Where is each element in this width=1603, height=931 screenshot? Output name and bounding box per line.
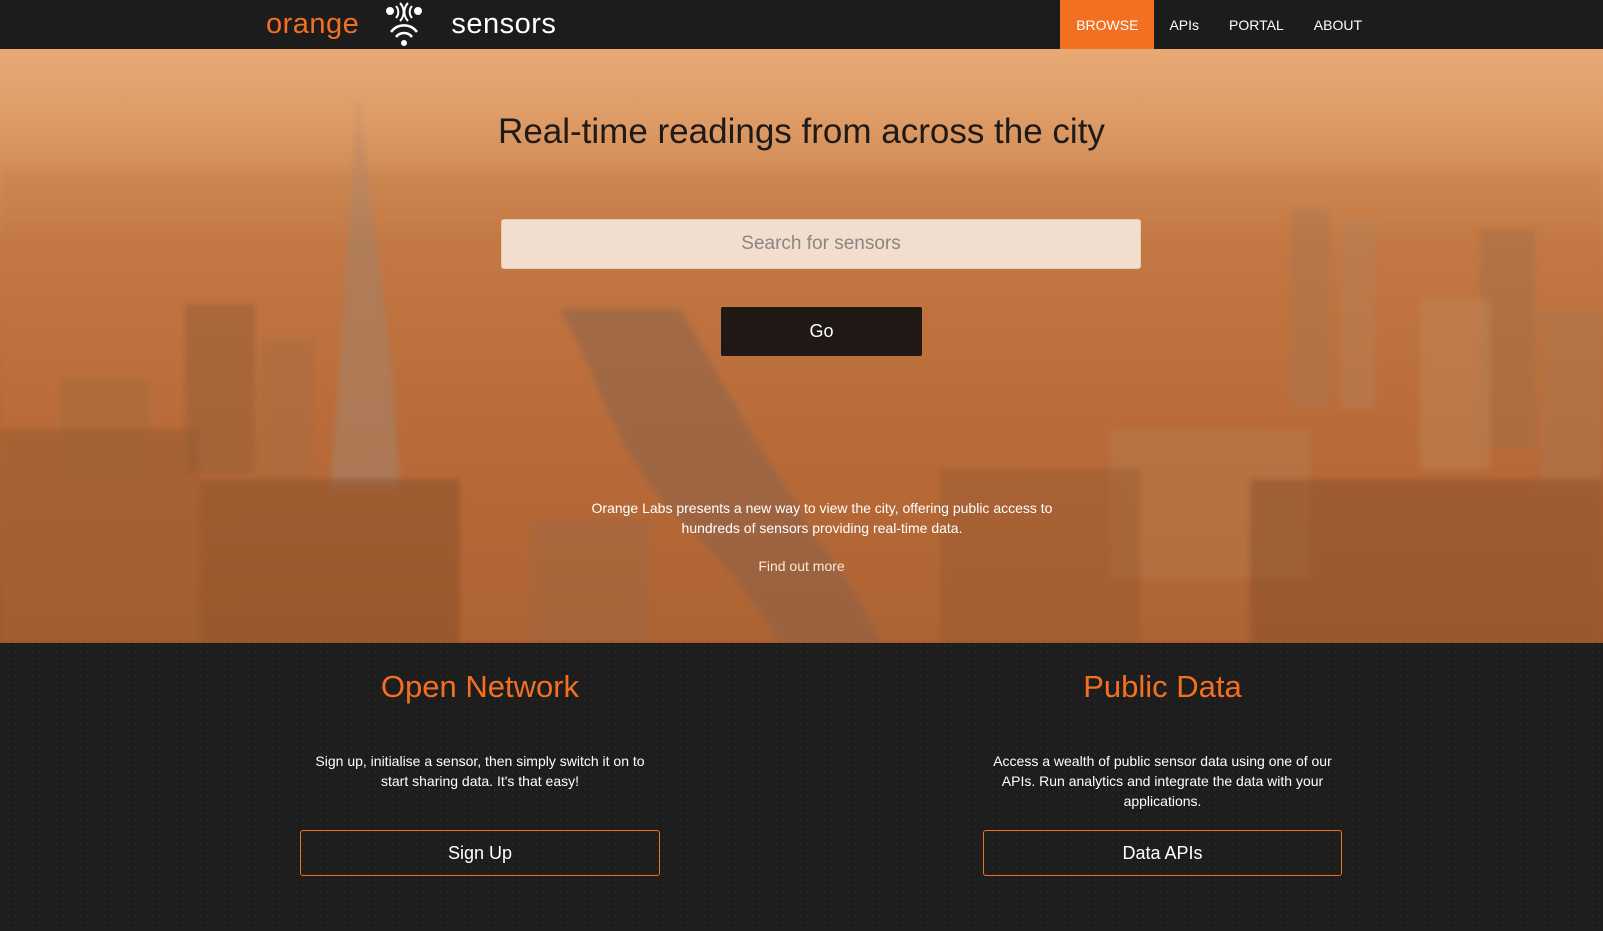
brand-sensors-text: sensors	[451, 8, 557, 40]
data-apis-button[interactable]: Data APIs	[983, 830, 1342, 876]
sign-up-button[interactable]: Sign Up	[300, 830, 660, 876]
hero-section: Real-time readings from across the city …	[0, 49, 1603, 643]
go-button[interactable]: Go	[721, 307, 922, 356]
feature-public-data: Public Data Access a wealth of public se…	[983, 643, 1342, 931]
brand-logo-link[interactable]: orange sensors	[266, 0, 556, 49]
top-navbar: orange sensors BROWSE APIs PORTAL ABOUT	[0, 0, 1603, 49]
hero-title: Real-time readings from across the city	[498, 112, 1105, 151]
nav-about[interactable]: ABOUT	[1299, 0, 1377, 49]
nav-portal[interactable]: PORTAL	[1214, 0, 1299, 49]
features-section: Open Network Sign up, initialise a senso…	[0, 643, 1603, 931]
find-out-more-link[interactable]: Find out more	[758, 558, 844, 574]
find-out-more-row: Find out more	[0, 558, 1603, 574]
search-input[interactable]	[501, 219, 1141, 269]
nav-apis[interactable]: APIs	[1154, 0, 1214, 49]
brand-orange-text: orange	[266, 8, 360, 40]
hero-description: Orange Labs presents a new way to view t…	[591, 500, 1053, 536]
feature-title: Public Data	[1083, 669, 1242, 704]
nav-links: BROWSE APIs PORTAL ABOUT	[1060, 0, 1377, 49]
feature-text: Sign up, initialise a sensor, then simpl…	[315, 753, 645, 789]
feature-title: Open Network	[380, 669, 580, 704]
nav-browse[interactable]: BROWSE	[1060, 0, 1155, 49]
feature-text: Access a wealth of public sensor data us…	[993, 753, 1332, 809]
feature-open-network: Open Network Sign up, initialise a senso…	[300, 643, 660, 931]
sensor-signal-icon	[386, 1, 423, 46]
